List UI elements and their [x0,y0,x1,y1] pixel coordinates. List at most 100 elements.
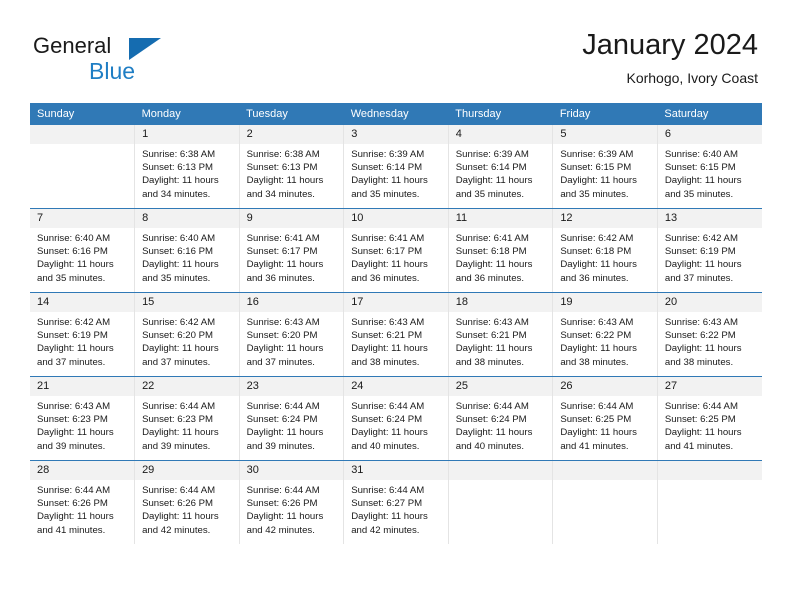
day-sun-info: Sunrise: 6:42 AM Sunset: 6:20 PM Daylight:… [135,312,239,369]
day-number: 28 [30,461,135,480]
day-info-line: Sunset: 6:21 PM [455,330,527,342]
calendar-day-cell[interactable]: 30 Sunrise: 6:44 AM Sunset: 6:26 PM Dayligh… [239,460,345,544]
day-info-line: Sunrise: 6:44 AM [351,401,425,412]
weekday-header-sunday: Sunday [30,103,135,125]
day-info-line: Daylight: 11 hours [142,259,219,271]
calendar-day-cell[interactable]: 28 Sunrise: 6:44 AM Sunset: 6:26 PM Dayligh… [30,460,136,544]
day-sun-info: Sunrise: 6:43 AM Sunset: 6:20 PM Daylight:… [240,312,344,369]
day-number: 2 [239,125,344,144]
day-sun-info: Sunrise: 6:39 AM Sunset: 6:15 PM Daylight:… [553,144,657,201]
day-info-line: and 35 minutes. [37,272,106,284]
day-info-line: Sunrise: 6:44 AM [142,401,216,412]
calendar-day-cell[interactable]: 24 Sunrise: 6:44 AM Sunset: 6:24 PM Dayligh… [343,376,449,461]
day-info-line: Daylight: 11 hours [37,259,114,271]
day-info-line: Daylight: 11 hours [560,259,637,271]
calendar-day-cell[interactable]: 2 Sunrise: 6:38 AM Sunset: 6:13 PM Daylight… [239,125,345,209]
general-blue-logo[interactable]: General Blue [33,33,233,85]
calendar-day-cell[interactable]: 25 Sunrise: 6:44 AM Sunset: 6:24 PM Dayligh… [448,376,554,461]
calendar-day-cell[interactable]: 22 Sunrise: 6:44 AM Sunset: 6:23 PM Dayligh… [134,376,240,461]
day-info-line: Sunset: 6:13 PM [246,162,318,174]
day-info-line: Sunrise: 6:39 AM [560,149,634,160]
calendar-day-cell[interactable]: 10 Sunrise: 6:41 AM Sunset: 6:17 PM Dayligh… [343,208,449,293]
calendar-day-cell[interactable]: 23 Sunrise: 6:44 AM Sunset: 6:24 PM Dayligh… [239,376,345,461]
day-cell-inner: 23 Sunrise: 6:44 AM Sunset: 6:24 PM Dayligh… [239,377,344,460]
day-info-line: Sunset: 6:16 PM [37,246,108,258]
day-info-line: Daylight: 11 hours [246,259,324,271]
day-info-line: and 41 minutes. [664,440,734,452]
day-sun-info: Sunrise: 6:40 AM Sunset: 6:15 PM Daylight:… [658,144,762,201]
calendar-day-cell[interactable]: 4 Sunrise: 6:39 AM Sunset: 6:14 PM Daylight… [448,125,554,209]
day-info-line: Daylight: 11 hours [37,511,114,523]
calendar-day-cell[interactable]: 27 Sunrise: 6:44 AM Sunset: 6:25 PM Dayligh… [657,376,762,461]
day-sun-info: Sunrise: 6:44 AM Sunset: 6:25 PM Daylight:… [553,396,657,453]
day-number: 20 [657,293,762,312]
day-info-line: Daylight: 11 hours [246,175,324,187]
day-info-line: Daylight: 11 hours [664,427,742,439]
calendar-day-cell[interactable]: 6 Sunrise: 6:40 AM Sunset: 6:15 PM Daylight… [657,125,762,209]
day-number: 18 [448,293,553,312]
day-info-line: Sunrise: 6:38 AM [142,149,216,160]
day-sun-info: Sunrise: 6:42 AM Sunset: 6:18 PM Daylight:… [553,228,657,285]
day-info-line: and 41 minutes. [560,440,629,452]
calendar-day-cell[interactable]: 19 Sunrise: 6:43 AM Sunset: 6:22 PM Dayligh… [552,292,658,377]
day-info-line: Sunrise: 6:41 AM [246,233,320,244]
day-number: 12 [553,209,657,228]
calendar-day-cell[interactable]: 31 Sunrise: 6:44 AM Sunset: 6:27 PM Dayligh… [343,460,449,544]
day-info-line: Sunset: 6:24 PM [246,414,318,426]
logo-text-blue: Blue [89,58,136,84]
calendar-day-cell[interactable]: 13 Sunrise: 6:42 AM Sunset: 6:19 PM Dayligh… [657,208,762,293]
calendar-day-cell[interactable]: 14 Sunrise: 6:42 AM Sunset: 6:19 PM Dayligh… [30,292,136,377]
calendar-day-cell[interactable]: 26 Sunrise: 6:44 AM Sunset: 6:25 PM Dayligh… [552,376,658,461]
day-info-line: Sunrise: 6:44 AM [351,485,425,496]
day-info-line: and 35 minutes. [560,188,629,200]
calendar-day-cell[interactable]: 16 Sunrise: 6:43 AM Sunset: 6:20 PM Dayligh… [239,292,345,377]
day-number: 21 [30,377,135,396]
day-cell-inner [657,461,762,544]
calendar-day-cell[interactable]: 15 Sunrise: 6:42 AM Sunset: 6:20 PM Dayligh… [134,292,240,377]
calendar-day-cell[interactable]: 11 Sunrise: 6:41 AM Sunset: 6:18 PM Dayligh… [448,208,554,293]
day-sun-info: Sunrise: 6:44 AM Sunset: 6:25 PM Daylight:… [658,396,762,453]
day-number [30,125,135,144]
day-info-line: Daylight: 11 hours [351,343,428,355]
day-info-line: Sunrise: 6:39 AM [351,149,425,160]
day-info-line: and 36 minutes. [455,272,525,284]
calendar-day-cell[interactable]: 1 Sunrise: 6:38 AM Sunset: 6:13 PM Daylight… [134,125,240,209]
day-number: 8 [135,209,239,228]
day-cell-inner: 11 Sunrise: 6:41 AM Sunset: 6:18 PM Dayligh… [448,209,553,292]
calendar-day-cell[interactable]: 5 Sunrise: 6:39 AM Sunset: 6:15 PM Daylight… [552,125,658,209]
calendar-day-cell[interactable]: 9 Sunrise: 6:41 AM Sunset: 6:17 PM Daylight… [239,208,345,293]
day-info-line: Daylight: 11 hours [142,343,219,355]
calendar-day-cell[interactable]: 20 Sunrise: 6:43 AM Sunset: 6:22 PM Dayligh… [657,292,762,377]
day-sun-info: Sunrise: 6:41 AM Sunset: 6:17 PM Daylight:… [344,228,448,285]
day-info-line: Daylight: 11 hours [142,427,219,439]
day-number: 30 [239,461,344,480]
calendar-day-cell[interactable]: 18 Sunrise: 6:43 AM Sunset: 6:21 PM Dayligh… [448,292,554,377]
day-sun-info: Sunrise: 6:44 AM Sunset: 6:26 PM Daylight:… [240,480,344,537]
calendar-day-cell[interactable]: 7 Sunrise: 6:40 AM Sunset: 6:16 PM Daylight… [30,208,136,293]
page-header: General Blue January 2024 Korhogo, Ivory… [0,0,792,103]
calendar-day-cell[interactable]: 21 Sunrise: 6:43 AM Sunset: 6:23 PM Dayligh… [30,376,136,461]
day-info-line: Sunrise: 6:40 AM [664,149,738,160]
day-info-line: Sunset: 6:14 PM [351,162,423,174]
calendar-day-cell[interactable]: 3 Sunrise: 6:39 AM Sunset: 6:14 PM Daylight… [343,125,449,209]
day-number: 19 [553,293,657,312]
calendar-day-cell[interactable]: 8 Sunrise: 6:40 AM Sunset: 6:16 PM Daylight… [134,208,240,293]
day-number: 25 [448,377,553,396]
day-info-line: Sunset: 6:24 PM [351,414,423,426]
calendar-day-cell[interactable]: 17 Sunrise: 6:43 AM Sunset: 6:21 PM Dayligh… [343,292,449,377]
weekday-header-wednesday: Wednesday [343,103,449,125]
day-number: 7 [30,209,135,228]
day-cell-inner: 17 Sunrise: 6:43 AM Sunset: 6:21 PM Dayligh… [344,293,448,376]
day-info-line: Sunrise: 6:44 AM [664,401,738,412]
day-info-line: Sunset: 6:19 PM [664,246,736,258]
day-info-line: Daylight: 11 hours [351,511,428,523]
day-info-line: Sunset: 6:17 PM [246,246,318,258]
day-info-line: and 37 minutes. [664,272,734,284]
calendar-day-cell[interactable]: 12 Sunrise: 6:42 AM Sunset: 6:18 PM Dayligh… [552,208,658,293]
day-info-line: Sunset: 6:25 PM [664,414,736,426]
day-info-line: Sunset: 6:20 PM [142,330,213,342]
day-cell-inner: 5 Sunrise: 6:39 AM Sunset: 6:15 PM Daylight… [553,125,657,208]
day-info-line: Daylight: 11 hours [37,343,114,355]
day-sun-info: Sunrise: 6:43 AM Sunset: 6:22 PM Daylight:… [658,312,762,369]
calendar-day-cell[interactable]: 29 Sunrise: 6:44 AM Sunset: 6:26 PM Dayligh… [134,460,240,544]
